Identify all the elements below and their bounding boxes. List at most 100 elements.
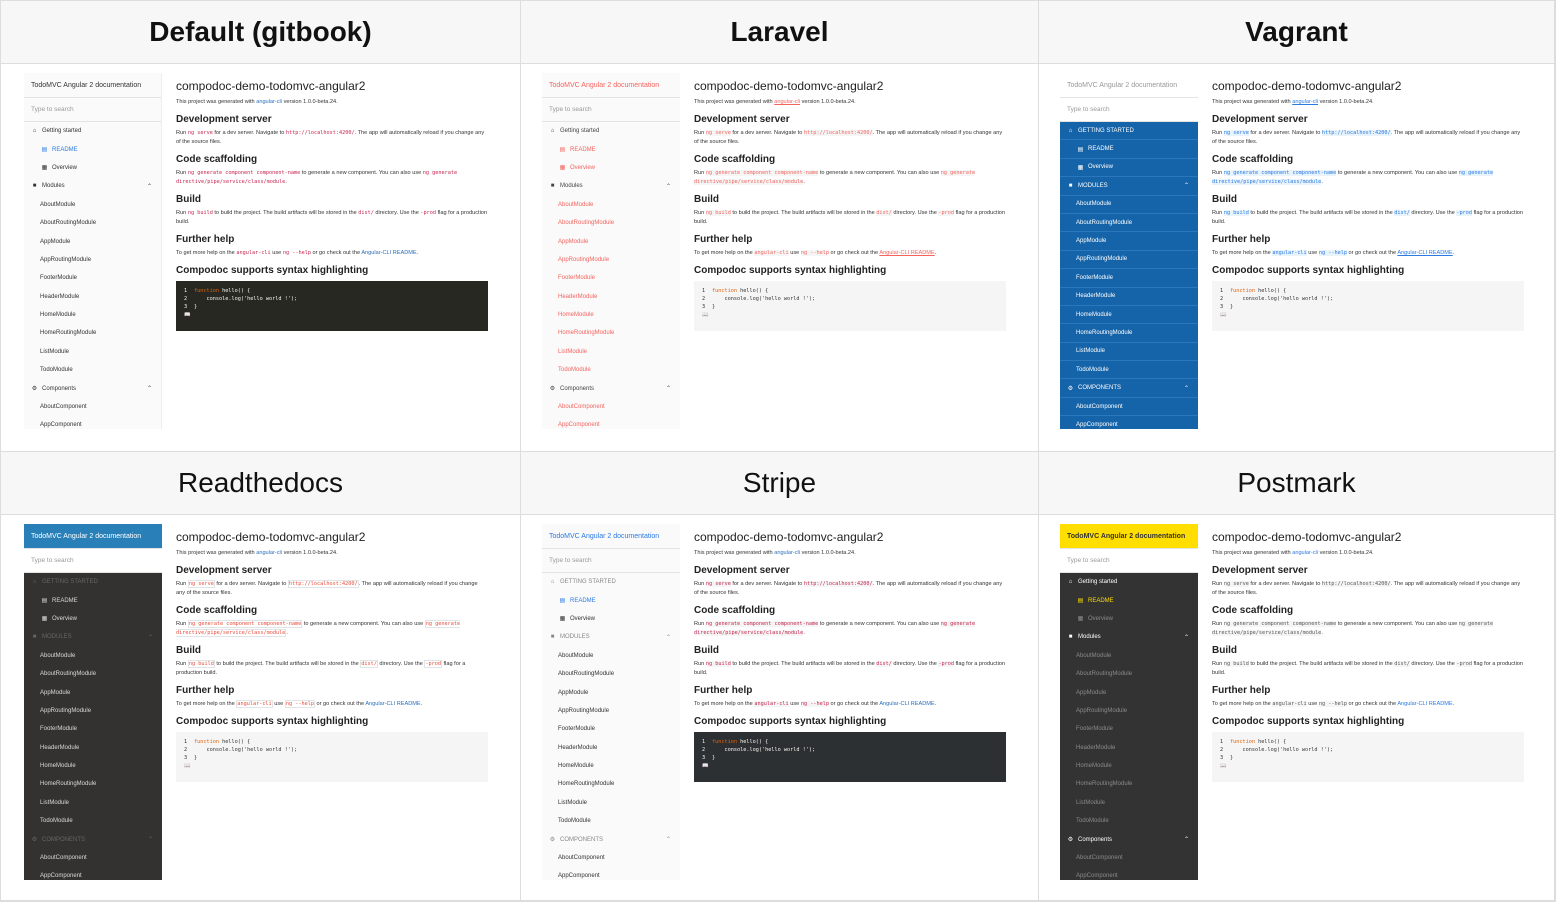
sidebar-item-module[interactable]: HomeModule	[1060, 306, 1198, 325]
chevron-up-icon[interactable]: ⌃	[147, 183, 152, 190]
sidebar-item-module[interactable]: TodoModule	[1060, 361, 1198, 380]
angular-cli-link[interactable]: angular-cli	[256, 99, 282, 105]
sidebar-item-module[interactable]: AppRoutingModule	[1060, 251, 1198, 270]
sidebar-item-components[interactable]: ⚙ Components ⌃	[24, 830, 162, 848]
search-input[interactable]: Type to search	[1060, 98, 1198, 122]
sidebar-item-modules[interactable]: ■ Modules ⌃	[24, 628, 162, 646]
sidebar-item-overview[interactable]: ▦ Overview	[24, 159, 161, 177]
sidebar-item-getting-started[interactable]: ⌂ Getting started	[1060, 122, 1198, 141]
sidebar-title[interactable]: TodoMVC Angular 2 documentation	[24, 524, 162, 549]
sidebar-item-getting-started[interactable]: ⌂ Getting started	[24, 122, 161, 140]
sidebar-item-module[interactable]: AppModule	[24, 683, 162, 701]
sidebar-item-overview[interactable]: ▦ Overview	[542, 610, 680, 628]
chevron-up-icon[interactable]: ⌃	[666, 634, 671, 641]
sidebar-item-module[interactable]: AppModule	[542, 232, 680, 250]
sidebar-item-component[interactable]: AppComponent	[1060, 867, 1198, 880]
sidebar-item-module[interactable]: AppModule	[1060, 683, 1198, 701]
angular-cli-readme-link[interactable]: Angular-CLI README	[361, 250, 416, 256]
chevron-up-icon[interactable]: ⌃	[147, 385, 152, 392]
sidebar-item-getting-started[interactable]: ⌂ Getting started	[1060, 573, 1198, 591]
sidebar-item-readme[interactable]: ▤ README	[24, 591, 162, 609]
angular-cli-link[interactable]: angular-cli	[256, 550, 282, 556]
sidebar-item-module[interactable]: AppModule	[542, 683, 680, 701]
sidebar-item-readme[interactable]: ▤ README	[1060, 140, 1198, 159]
sidebar-item-overview[interactable]: ▦ Overview	[542, 159, 680, 177]
sidebar-item-module[interactable]: HomeRoutingModule	[1060, 775, 1198, 793]
sidebar-item-module[interactable]: AboutModule	[1060, 196, 1198, 214]
sidebar-item-components[interactable]: ⚙ Components ⌃	[542, 830, 680, 848]
sidebar-item-component[interactable]: AppComponent	[542, 416, 680, 429]
sidebar-item-module[interactable]: AppModule	[1060, 232, 1198, 251]
sidebar-item-module[interactable]: AboutModule	[542, 196, 680, 214]
sidebar-item-module[interactable]: HomeRoutingModule	[542, 775, 680, 793]
chevron-up-icon[interactable]: ⌃	[1184, 182, 1189, 189]
sidebar-title[interactable]: TodoMVC Angular 2 documentation	[24, 73, 161, 98]
sidebar-item-module[interactable]: HomeModule	[542, 757, 680, 775]
chevron-up-icon[interactable]: ⌃	[1184, 836, 1189, 843]
sidebar-item-module[interactable]: HeaderModule	[1060, 739, 1198, 757]
sidebar-item-readme[interactable]: ▤ README	[542, 140, 680, 158]
sidebar-item-overview[interactable]: ▦ Overview	[24, 610, 162, 628]
chevron-up-icon[interactable]: ⌃	[1184, 634, 1189, 641]
search-input[interactable]: Type to search	[24, 549, 162, 573]
sidebar-item-overview[interactable]: ▦ Overview	[1060, 610, 1198, 628]
chevron-up-icon[interactable]: ⌃	[666, 836, 671, 843]
sidebar-item-module[interactable]: TodoModule	[24, 361, 161, 379]
sidebar-item-module[interactable]: AboutModule	[24, 196, 161, 214]
sidebar-item-module[interactable]: ListModule	[1060, 343, 1198, 362]
chevron-up-icon[interactable]: ⌃	[666, 183, 671, 190]
sidebar-title[interactable]: TodoMVC Angular 2 documentation	[542, 524, 680, 549]
sidebar-item-component[interactable]: AboutComponent	[542, 849, 680, 867]
sidebar-title[interactable]: TodoMVC Angular 2 documentation	[1060, 524, 1198, 549]
sidebar-item-module[interactable]: ListModule	[542, 794, 680, 812]
sidebar-item-components[interactable]: ⚙ Components ⌃	[542, 379, 680, 397]
angular-cli-link[interactable]: angular-cli	[1292, 550, 1318, 556]
sidebar-item-module[interactable]: FooterModule	[24, 269, 161, 287]
chevron-up-icon[interactable]: ⌃	[666, 385, 671, 392]
sidebar-item-module[interactable]: AboutRoutingModule	[542, 214, 680, 232]
angular-cli-readme-link[interactable]: Angular-CLI README	[879, 701, 934, 707]
chevron-up-icon[interactable]: ⌃	[148, 836, 153, 843]
angular-cli-readme-link[interactable]: Angular-CLI README	[1397, 250, 1452, 256]
sidebar-item-module[interactable]: HomeRoutingModule	[24, 324, 161, 342]
sidebar-item-module[interactable]: TodoModule	[542, 361, 680, 379]
sidebar-item-module[interactable]: AppRoutingModule	[24, 251, 161, 269]
sidebar-item-module[interactable]: FooterModule	[24, 720, 162, 738]
sidebar-item-modules[interactable]: ■ Modules ⌃	[542, 177, 680, 195]
sidebar-item-getting-started[interactable]: ⌂ Getting started	[24, 573, 162, 591]
sidebar-item-module[interactable]: HeaderModule	[542, 739, 680, 757]
sidebar-item-module[interactable]: AppRoutingModule	[542, 251, 680, 269]
sidebar-item-component[interactable]: AboutComponent	[1060, 398, 1198, 417]
sidebar-item-module[interactable]: ListModule	[1060, 794, 1198, 812]
angular-cli-link[interactable]: angular-cli	[774, 99, 800, 105]
sidebar-item-readme[interactable]: ▤ README	[542, 591, 680, 609]
sidebar-item-module[interactable]: HomeRoutingModule	[1060, 324, 1198, 343]
sidebar-item-module[interactable]: AboutRoutingModule	[24, 214, 161, 232]
sidebar-item-components[interactable]: ⚙ Components ⌃	[1060, 379, 1198, 398]
sidebar-item-module[interactable]: TodoModule	[542, 812, 680, 830]
sidebar-item-module[interactable]: HeaderModule	[542, 288, 680, 306]
sidebar-item-module[interactable]: ListModule	[24, 343, 161, 361]
sidebar-item-module[interactable]: AboutRoutingModule	[1060, 214, 1198, 233]
sidebar-item-module[interactable]: HomeModule	[24, 757, 162, 775]
angular-cli-readme-link[interactable]: Angular-CLI README	[879, 250, 934, 256]
sidebar-item-modules[interactable]: ■ Modules ⌃	[24, 177, 161, 195]
sidebar-item-module[interactable]: ListModule	[542, 343, 680, 361]
sidebar-item-component[interactable]: AppComponent	[542, 867, 680, 880]
sidebar-item-module[interactable]: HomeRoutingModule	[24, 775, 162, 793]
sidebar-item-components[interactable]: ⚙ Components ⌃	[1060, 830, 1198, 848]
angular-cli-link[interactable]: angular-cli	[774, 550, 800, 556]
search-input[interactable]: Type to search	[542, 98, 680, 122]
sidebar-item-component[interactable]: AppComponent	[24, 416, 161, 429]
chevron-up-icon[interactable]: ⌃	[148, 634, 153, 641]
sidebar-item-module[interactable]: HomeModule	[1060, 757, 1198, 775]
sidebar-item-module[interactable]: HeaderModule	[24, 739, 162, 757]
search-input[interactable]: Type to search	[542, 549, 680, 573]
sidebar-item-module[interactable]: HeaderModule	[24, 288, 161, 306]
sidebar-item-component[interactable]: AppComponent	[1060, 416, 1198, 429]
sidebar-item-readme[interactable]: ▤ README	[24, 140, 161, 158]
sidebar-item-module[interactable]: AboutModule	[542, 647, 680, 665]
sidebar-item-module[interactable]: AboutRoutingModule	[542, 665, 680, 683]
search-input[interactable]: Type to search	[24, 98, 161, 122]
sidebar-item-module[interactable]: AppRoutingModule	[542, 702, 680, 720]
